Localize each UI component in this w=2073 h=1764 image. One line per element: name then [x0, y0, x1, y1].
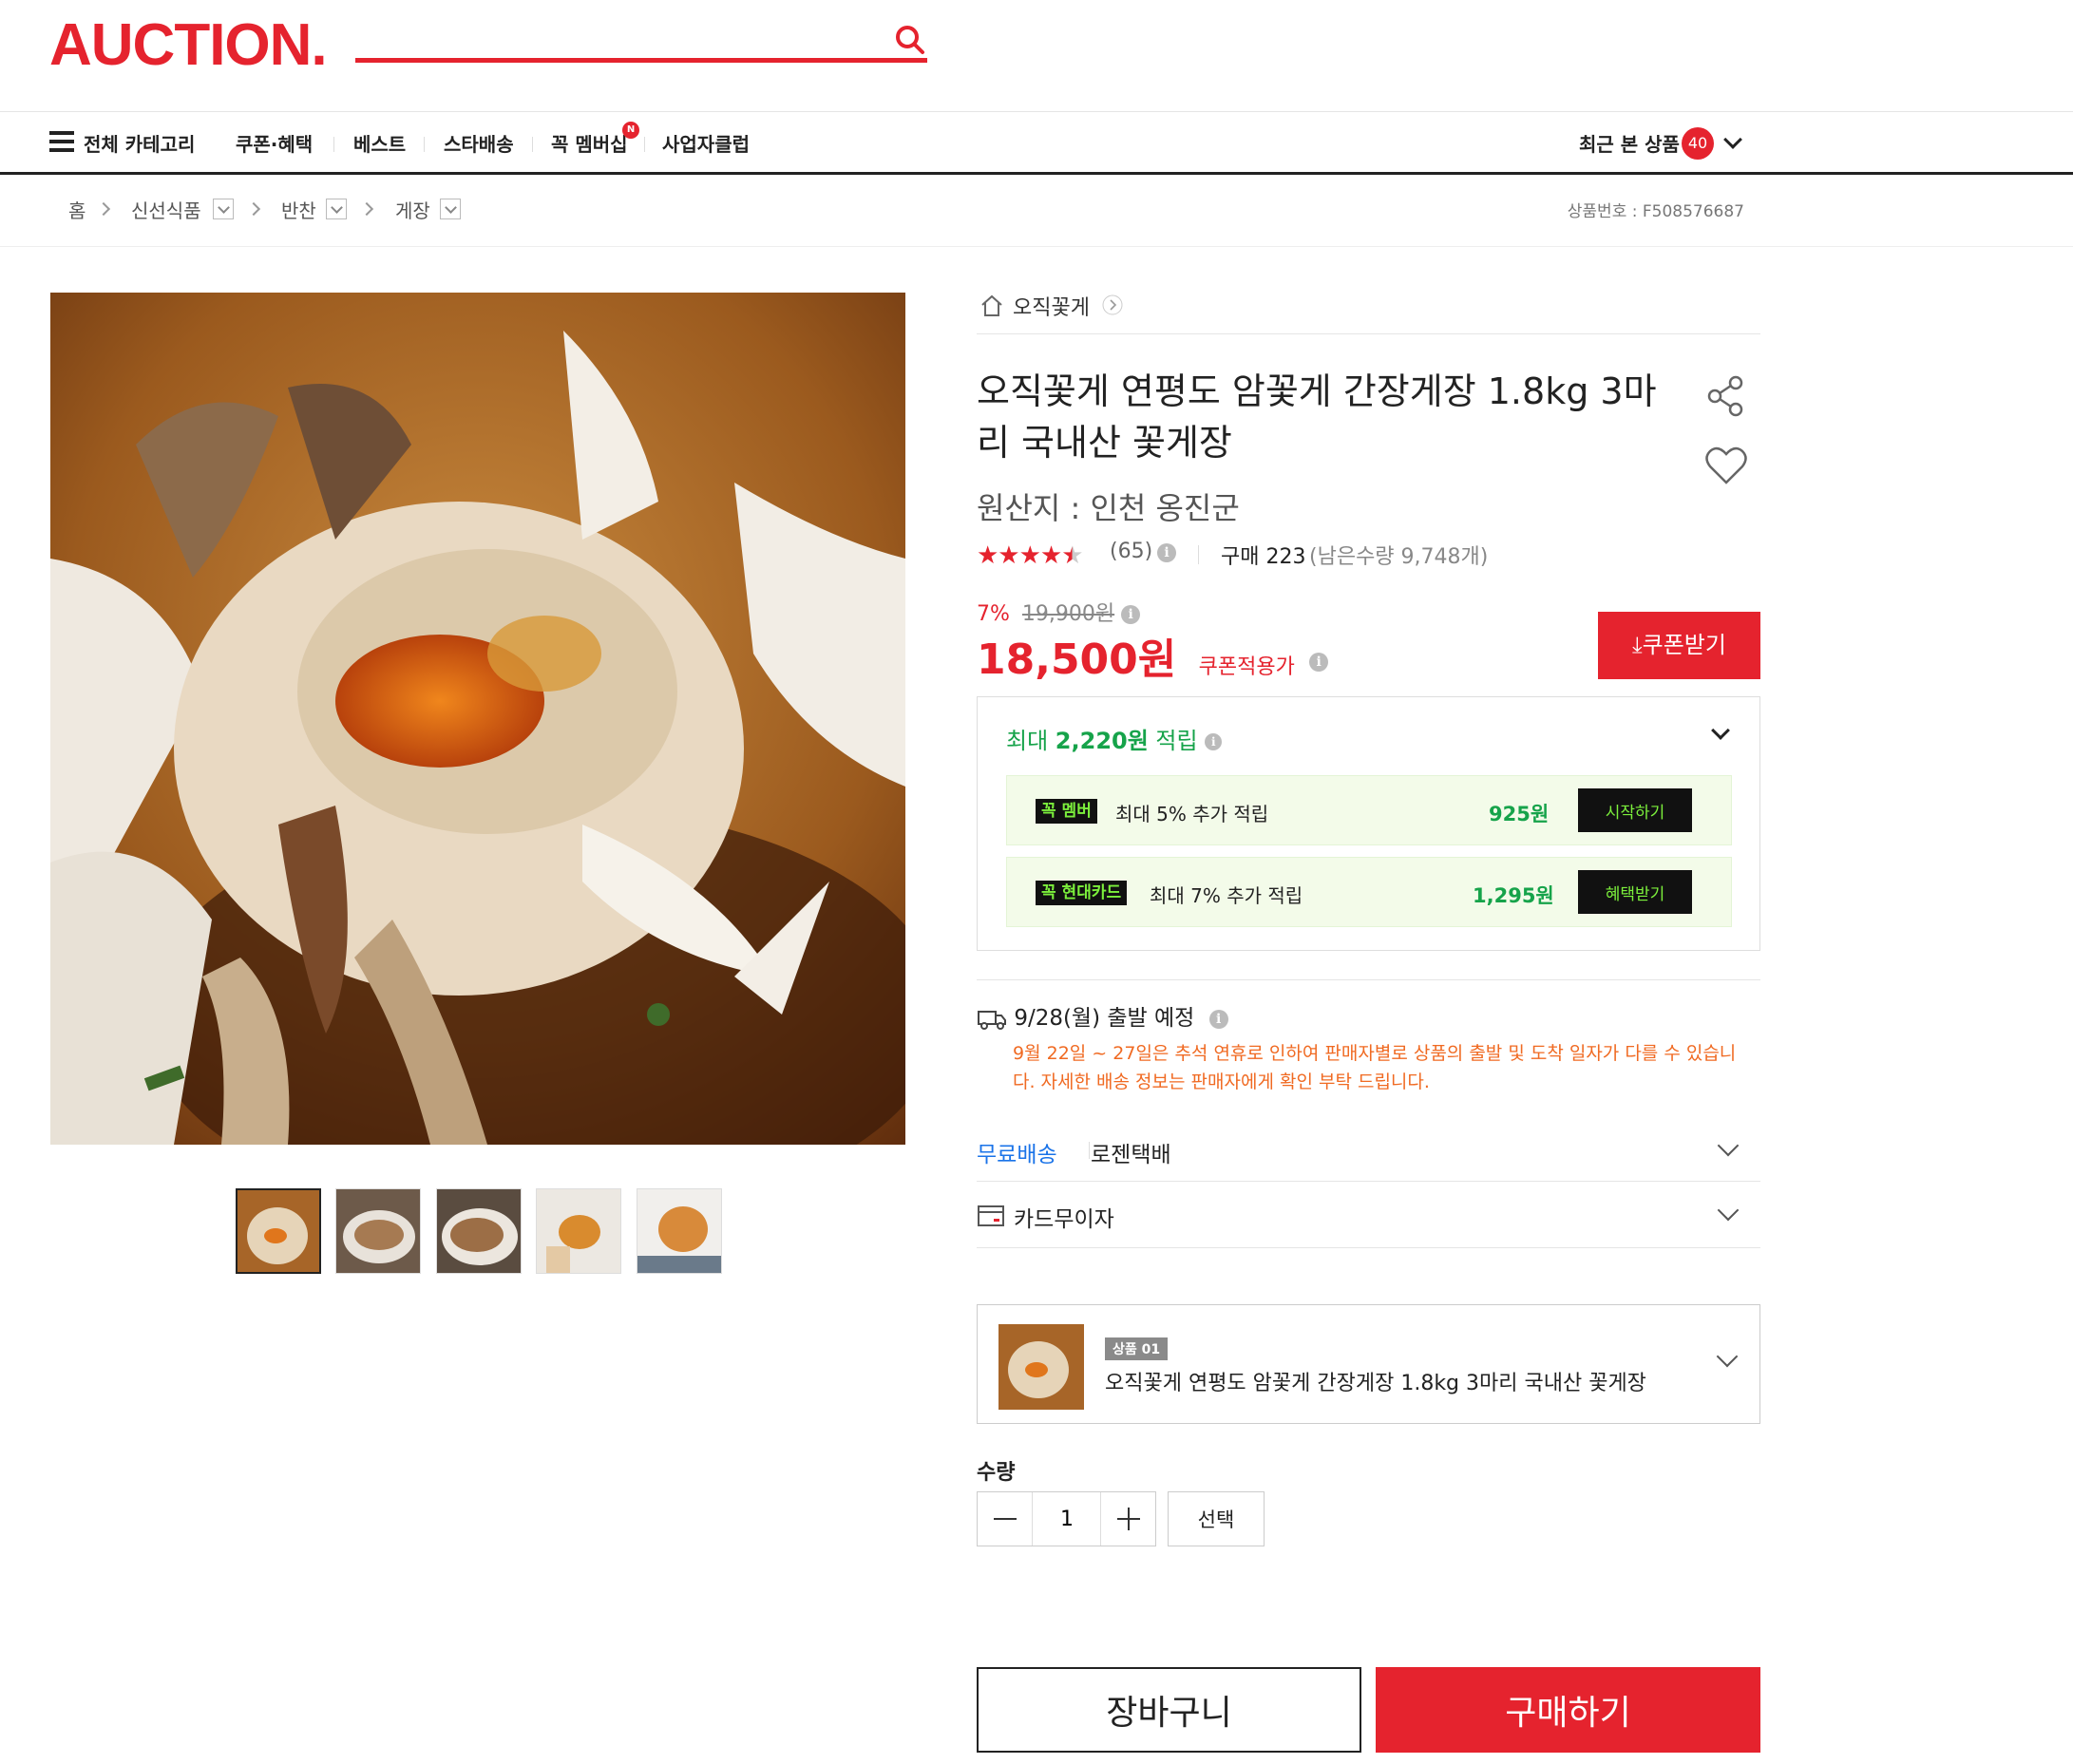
chevron-right-icon: [359, 201, 374, 217]
purchase-count: 구매 223: [1221, 545, 1306, 569]
add-to-cart-button[interactable]: 장바구니: [977, 1667, 1361, 1753]
divider: [977, 979, 1760, 980]
benefit-text: 최대 7% 추가 적립: [1150, 884, 1303, 907]
info-icon[interactable]: i: [1208, 1009, 1228, 1029]
breadcrumb: 홈 신선식품 반찬 게장 상품번호 : F508576687: [0, 175, 2073, 247]
product-title: 오직꽃게 연평도 암꽃게 간장게장 1.8kg 3마리 국내산 꽃게장: [977, 370, 1657, 464]
download-icon: ⤓: [1632, 632, 1643, 658]
category-nav: 전체 카테고리 쿠폰·혜택 베스트 스타배송 꼭 멤버십 N 사업자클럽 최근 …: [0, 112, 2073, 172]
search-underline: [355, 58, 927, 63]
share-icon[interactable]: [1703, 373, 1749, 419]
chevron-down-icon[interactable]: [1717, 1199, 1740, 1222]
card-installment-label: 카드무이자: [1014, 1207, 1114, 1232]
info-icon[interactable]: i: [1121, 605, 1141, 624]
thumbnail-4[interactable]: [536, 1188, 621, 1274]
nav-all-categories[interactable]: 전체 카테고리: [84, 129, 195, 157]
benefit-amount: 925원: [1489, 803, 1550, 825]
discount-row: 7% 19,900원 i: [977, 597, 1141, 627]
chevron-down-icon[interactable]: [1717, 1134, 1740, 1157]
holiday-notice: 9월 22일 ~ 27일은 추석 연휴로 인하여 판매자별로 상품의 출발 및 …: [1013, 1043, 1737, 1092]
delivery-row[interactable]: 무료배송 로젠택배: [977, 1117, 1760, 1182]
option-select-box[interactable]: 상품 01 오직꽃게 연평도 암꽃게 간장게장 1.8kg 3마리 국내산 꽃게…: [977, 1304, 1760, 1424]
option-name: 오직꽃게 연평도 암꽃게 간장게장 1.8kg 3마리 국내산 꽃게장: [1105, 1372, 1646, 1395]
breadcrumb-fresh-food[interactable]: 신선식품: [131, 196, 201, 223]
hyundai-card-tag: 꼭 현대카드: [1036, 881, 1128, 905]
nav-item-business-club[interactable]: 사업자클럽: [662, 129, 750, 157]
departure-date: 9/28(월) 출발 예정: [1014, 1006, 1195, 1031]
price-row: 18,500원 쿠폰적용가 i: [977, 625, 1329, 686]
chevron-down-icon[interactable]: [1711, 721, 1730, 740]
select-button[interactable]: 선택: [1168, 1491, 1265, 1546]
nav-item-best[interactable]: 베스트: [353, 129, 406, 157]
breadcrumb-side-dish[interactable]: 반찬: [281, 196, 316, 223]
thumbnail-1[interactable]: [236, 1188, 321, 1274]
coupon-download-button[interactable]: ⤓쿠폰받기: [1598, 612, 1760, 679]
dropdown-icon[interactable]: [326, 199, 347, 219]
search-icon[interactable]: [891, 21, 929, 59]
recent-count-badge: 40: [1682, 127, 1714, 160]
auction-logo[interactable]: AUCTION.: [49, 11, 328, 79]
discount-rate: 7%: [977, 602, 1010, 626]
thumbnail-5[interactable]: [637, 1188, 722, 1274]
benefit-hyundai-card: 꼭 현대카드 최대 7% 추가 적립 1,295원 혜택받기: [1006, 857, 1732, 927]
coupon-price-label: 쿠폰적용가: [1198, 655, 1295, 679]
nav-item-coupon[interactable]: 쿠폰·혜택: [236, 129, 313, 157]
quantity-stepper: [977, 1491, 1156, 1546]
plus-button[interactable]: [1100, 1492, 1155, 1546]
option-badge: 상품 01: [1105, 1337, 1169, 1360]
sale-price: 18,500원: [977, 635, 1177, 684]
thumbnail-3[interactable]: [436, 1188, 522, 1274]
dropdown-icon[interactable]: [213, 199, 234, 219]
breadcrumb-home[interactable]: 홈: [68, 196, 86, 223]
product-main-image[interactable]: [50, 293, 905, 1145]
membership-tag: 꼭 멤버: [1036, 799, 1097, 824]
quantity-label: 수량: [977, 1461, 1016, 1485]
reward-box: 최대 2,220원 적립 i 꼭 멤버 최대 5% 추가 적립 925원 시작하…: [977, 696, 1760, 951]
buy-now-button[interactable]: 구매하기: [1376, 1667, 1760, 1753]
new-badge: N: [622, 122, 639, 139]
chevron-down-icon[interactable]: [1723, 130, 1742, 149]
menu-icon[interactable]: [49, 131, 74, 152]
shipping-row: 9/28(월) 출발 예정 i: [977, 999, 1228, 1032]
card-benefit-button[interactable]: 혜택받기: [1578, 870, 1692, 914]
card-icon: [978, 1205, 1004, 1226]
card-installment-row[interactable]: 카드무이자: [977, 1182, 1760, 1248]
benefit-membership: 꼭 멤버 최대 5% 추가 적립 925원 시작하기: [1006, 775, 1732, 845]
benefit-amount: 1,295원: [1473, 884, 1554, 907]
product-number: 상품번호 : F508576687: [1567, 202, 1744, 221]
truck-icon: [978, 1010, 1006, 1030]
info-icon[interactable]: i: [1309, 653, 1329, 672]
free-shipping-label: 무료배송: [977, 1143, 1057, 1167]
star-rating[interactable]: ★★★★★: [977, 541, 1084, 570]
breadcrumb-crab[interactable]: 게장: [395, 196, 430, 223]
origin-label: 원산지 : 인천 옹진군: [977, 490, 1240, 526]
chevron-right-icon: [246, 201, 261, 217]
option-thumbnail: [998, 1324, 1084, 1410]
info-icon[interactable]: i: [1205, 733, 1223, 750]
thumbnail-2[interactable]: [335, 1188, 421, 1274]
recent-products-label[interactable]: 최근 본 상품: [1579, 129, 1680, 157]
original-price: 19,900원: [1021, 602, 1115, 626]
reward-title[interactable]: 최대 2,220원 적립 i: [1006, 722, 1223, 755]
minus-button[interactable]: [978, 1492, 1033, 1546]
chevron-down-icon[interactable]: [1716, 1345, 1739, 1368]
carrier-name: 로젠택배: [1091, 1143, 1171, 1167]
search-input[interactable]: [355, 13, 887, 57]
chevron-right-icon: [1102, 294, 1123, 315]
store-name[interactable]: 오직꽃게: [1013, 291, 1090, 321]
heart-icon[interactable]: [1703, 443, 1749, 488]
nav-item-star-delivery[interactable]: 스타배송: [444, 129, 514, 157]
benefit-text: 최대 5% 추가 적립: [1115, 803, 1269, 825]
home-icon: [981, 294, 1002, 316]
dropdown-icon[interactable]: [440, 199, 461, 219]
info-icon[interactable]: i: [1157, 543, 1176, 562]
quantity-input[interactable]: [1033, 1492, 1101, 1546]
stock-count: (남은수량 9,748개): [1309, 545, 1489, 569]
chevron-right-icon: [96, 201, 111, 217]
membership-start-button[interactable]: 시작하기: [1578, 788, 1692, 832]
review-count[interactable]: (65): [1110, 540, 1152, 563]
store-row[interactable]: 오직꽃게: [977, 285, 1760, 334]
nav-item-membership[interactable]: 꼭 멤버십: [551, 129, 628, 157]
